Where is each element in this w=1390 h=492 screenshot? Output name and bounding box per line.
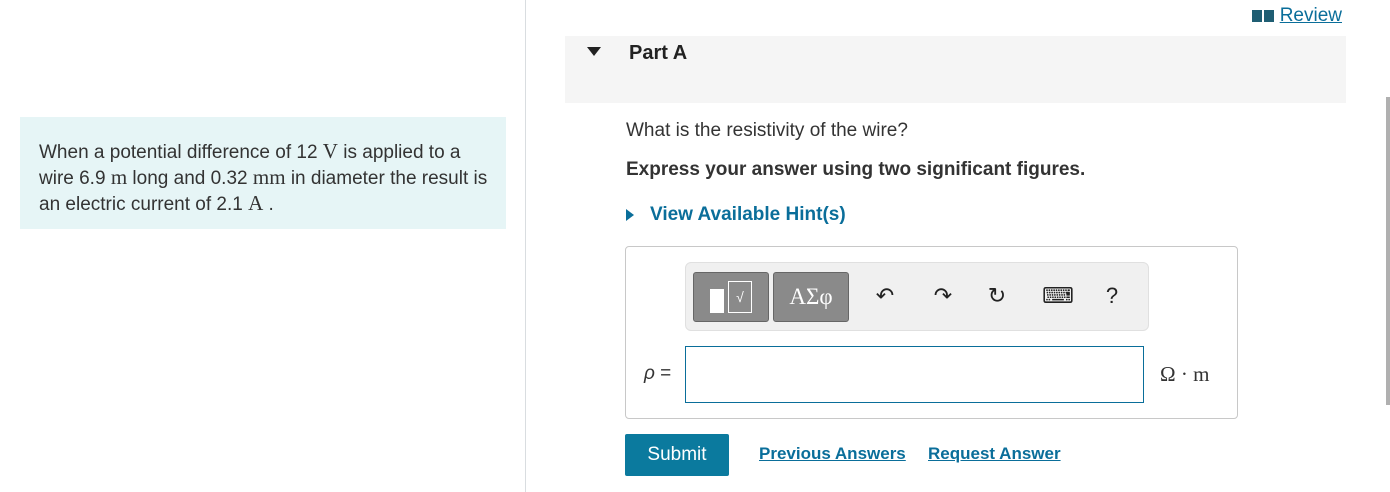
keyboard-icon[interactable]: ⌨ (1041, 281, 1075, 311)
submit-button[interactable]: Submit (625, 434, 729, 476)
problem-statement: When a potential difference of 12 V is a… (20, 117, 506, 229)
answer-unit: Ω · m (1160, 362, 1210, 386)
collapse-caret-icon[interactable] (587, 47, 601, 56)
previous-answers-link[interactable]: Previous Answers (759, 444, 906, 464)
reset-icon[interactable]: ↻ (983, 281, 1011, 311)
scrollbar[interactable] (1386, 97, 1390, 405)
math-toolbar: √ ΑΣφ ↶ ↷ ↻ ⌨ ? (685, 262, 1149, 331)
answer-input[interactable] (685, 346, 1144, 403)
view-hints-link[interactable]: View Available Hint(s) (626, 204, 846, 226)
left-panel: When a potential difference of 12 V is a… (0, 0, 526, 492)
hint-label: View Available Hint(s) (650, 204, 846, 225)
undo-icon[interactable]: ↶ (871, 281, 899, 311)
part-title: Part A (629, 42, 688, 64)
answer-box: √ ΑΣφ ↶ ↷ ↻ ⌨ ? ρ = Ω · m (625, 246, 1238, 419)
review-link[interactable]: Review (1251, 5, 1342, 27)
root-icon: √ (728, 281, 752, 313)
book-icon (1251, 10, 1274, 22)
question-instruction: Express your answer using two significan… (626, 159, 1086, 180)
request-answer-link[interactable]: Request Answer (928, 444, 1061, 464)
help-icon[interactable]: ? (1098, 281, 1126, 311)
expand-caret-icon (626, 209, 634, 221)
template-block-icon (710, 289, 724, 313)
question-prompt: What is the resistivity of the wire? (626, 120, 908, 141)
templates-button[interactable]: √ (693, 272, 769, 322)
answer-variable-label: ρ = (644, 363, 672, 384)
part-header[interactable]: Part A (565, 36, 1346, 103)
greek-symbols-button[interactable]: ΑΣφ (773, 272, 849, 322)
review-label: Review (1279, 5, 1342, 26)
redo-icon[interactable]: ↷ (929, 281, 957, 311)
